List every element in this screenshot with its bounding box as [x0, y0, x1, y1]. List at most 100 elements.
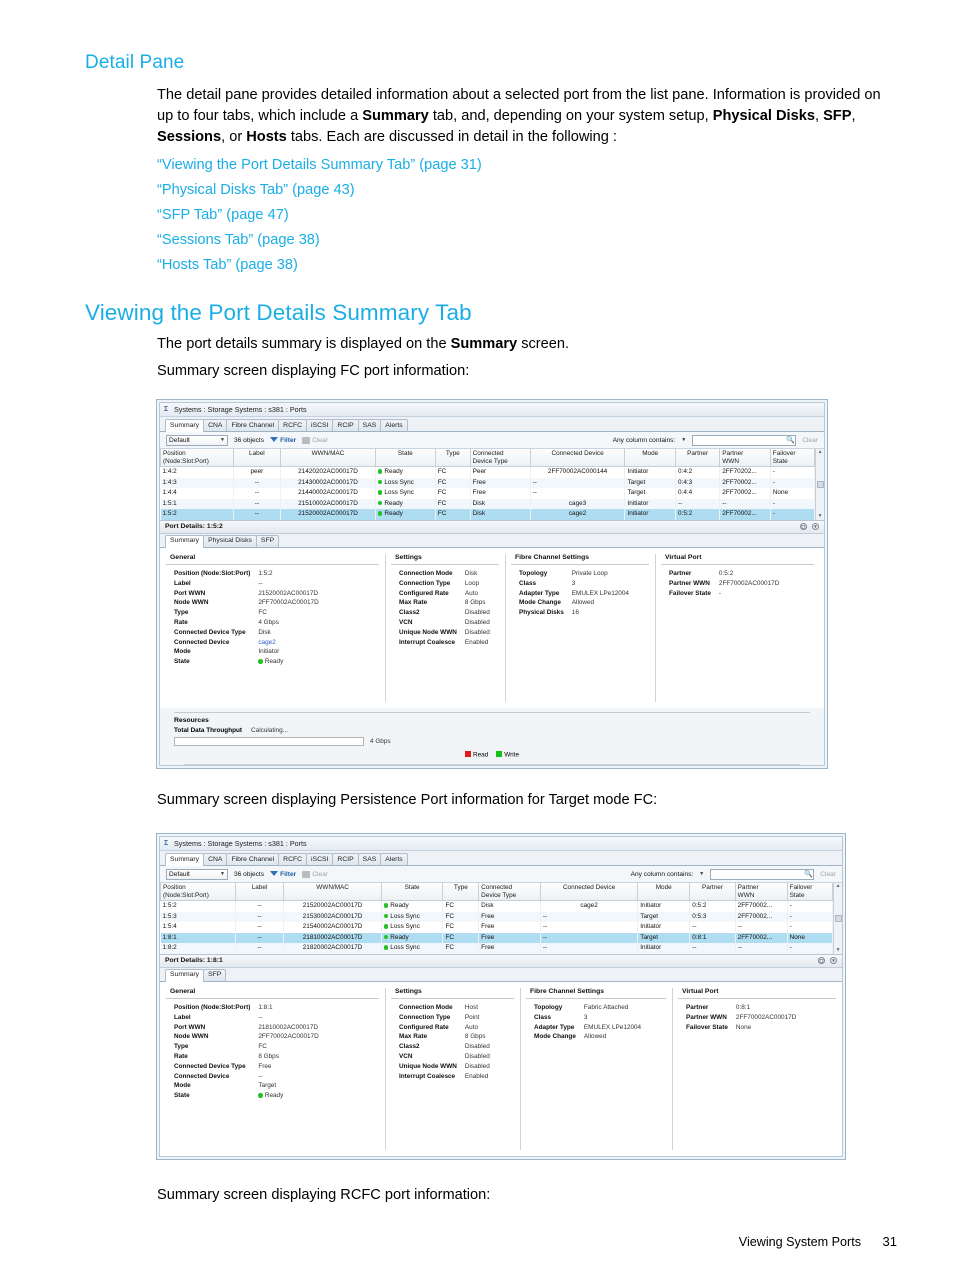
scroll-up-icon[interactable]: ▲	[836, 884, 841, 889]
details-tabstrip[interactable]: Summary SFP	[160, 967, 842, 982]
grid-vertical-scrollbar[interactable]: ▲ ▼	[815, 449, 824, 520]
cross-reference-link-1[interactable]: “Physical Disks Tab” (page 43)	[157, 178, 882, 203]
tab-fibre-channel[interactable]: Fibre Channel	[226, 419, 280, 431]
table-cell: FC	[442, 943, 480, 954]
tab-cna[interactable]: CNA	[203, 419, 228, 431]
tab-cna[interactable]: CNA	[203, 853, 228, 865]
detail-field-row: Node WWN 2FF70002AC00017D	[166, 1032, 319, 1042]
tab-sfp[interactable]: SFP	[203, 968, 227, 981]
search-scope-chevron-icon[interactable]: ▼	[699, 871, 704, 877]
column-header[interactable]: Partner WWN	[734, 883, 788, 901]
tab-sas[interactable]: SAS	[357, 419, 382, 431]
table-row[interactable]: 1:4:2 peer 21420202AC00017D Ready FC Peer 2FF7…	[160, 466, 816, 478]
tab-rcfc[interactable]: RCFC	[278, 419, 308, 431]
table-row[interactable]: 1:4:4 -- 21440002AC00017D Loss Sync FC Free --…	[160, 488, 816, 499]
detail-field-value: 2FF70002AC00017D	[735, 1013, 797, 1021]
details-tabstrip[interactable]: Summary Physical Disks SFP	[160, 533, 824, 548]
scroll-up-icon[interactable]: ▲	[818, 450, 823, 455]
tab-iscsi[interactable]: iSCSI	[306, 419, 334, 431]
table-cell: Target	[624, 477, 677, 489]
table-row[interactable]: 1:8:1 -- 21810002AC00017D Ready FC Free -- Targ…	[160, 932, 834, 944]
tab-sas[interactable]: SAS	[357, 853, 382, 865]
table-row[interactable]: 1:8:2 -- 21820002AC00017D Loss Sync FC Free --…	[160, 943, 834, 954]
table-cell: 2FF70002...	[735, 900, 788, 912]
column-header[interactable]: WWN/MAC	[283, 883, 382, 901]
tab-alerts[interactable]: Alerts	[380, 419, 408, 431]
main-tabstrip[interactable]: Summary CNA Fibre Channel RCFC iSCSI RCIP SAS A…	[160, 417, 824, 432]
tab-fibre-channel[interactable]: Fibre Channel	[226, 853, 280, 865]
tab-summary[interactable]: Summary	[165, 534, 205, 548]
tab-alerts[interactable]: Alerts	[380, 853, 408, 865]
detail-field-value: --	[258, 1072, 263, 1080]
cross-reference-link-2[interactable]: “SFP Tab” (page 47)	[157, 203, 882, 228]
tab-summary[interactable]: Summary	[165, 419, 205, 432]
column-header[interactable]: WWN/MAC	[280, 449, 376, 467]
table-row[interactable]: 1:5:2 -- 21520002AC00017D Ready FC Disk cage2 I…	[160, 900, 834, 912]
table-row[interactable]: 1:5:4 -- 21540002AC00017D Loss Sync FC Free --…	[160, 922, 834, 933]
search-scope-chevron-icon[interactable]: ▼	[681, 437, 686, 443]
collapse-panel-icon[interactable]: ▾	[830, 957, 837, 965]
search-clear-button[interactable]: Clear	[802, 437, 818, 444]
ports-table: Position (Node:Slot:Port) Label WWN/MAC Stat…	[160, 449, 816, 520]
tab-sfp[interactable]: SFP	[255, 534, 280, 547]
cross-reference-link-3[interactable]: “Sessions Tab” (page 38)	[157, 228, 882, 253]
scroll-down-icon[interactable]: ▼	[818, 513, 823, 519]
tab-iscsi[interactable]: iSCSI	[306, 853, 334, 865]
column-header[interactable]: Connected Device	[529, 449, 626, 467]
column-header[interactable]: Connected Device Type	[478, 883, 541, 901]
grid-vertical-scrollbar[interactable]: ▲ ▼	[833, 883, 842, 954]
table-row[interactable]: 1:5:1 -- 21510002AC00017D Ready FC Disk cage3 I…	[160, 498, 816, 510]
column-header[interactable]: State	[380, 883, 444, 901]
column-header[interactable]: Failover State	[786, 883, 834, 901]
view-select[interactable]: Default ▼	[166, 868, 228, 880]
column-header[interactable]: Connected Device Type	[469, 449, 531, 467]
tab-rcfc[interactable]: RCFC	[278, 853, 308, 865]
column-header[interactable]: State	[374, 449, 436, 467]
clear-filter-button[interactable]: Clear	[302, 436, 328, 444]
column-header[interactable]: Partner	[689, 883, 736, 901]
table-cell: 0:5:2	[689, 900, 736, 912]
column-header[interactable]: Position (Node:Slot:Port)	[160, 449, 234, 467]
column-header[interactable]: Partner	[675, 449, 721, 467]
cross-reference-link-4[interactable]: “Hosts Tab” (page 38)	[157, 253, 882, 278]
column-header[interactable]: Type	[442, 883, 480, 901]
column-header[interactable]: Mode	[637, 883, 691, 901]
scroll-thumb[interactable]	[816, 480, 824, 488]
tab-summary[interactable]: Summary	[165, 968, 205, 982]
search-input[interactable]: 🔍	[710, 868, 815, 880]
column-header[interactable]: Connected Device	[539, 883, 639, 901]
cross-reference-link-0[interactable]: “Viewing the Port Details Summary Tab” (…	[157, 153, 882, 178]
scroll-thumb[interactable]	[834, 914, 842, 922]
scroll-down-icon[interactable]: ▼	[836, 947, 841, 953]
table-row[interactable]: 1:5:3 -- 21530002AC00017D Loss Sync FC Free --…	[160, 911, 834, 923]
table-row[interactable]: 1:5:2 -- 21520002AC00017D Ready FC Disk cage2 I…	[160, 509, 816, 520]
search-clear-button[interactable]: Clear	[820, 871, 836, 878]
tab-rcip[interactable]: RCIP	[332, 853, 359, 865]
detail-field-value: Disk	[464, 569, 478, 577]
table-row[interactable]: 1:4:3 -- 21430002AC00017D Loss Sync FC Free --…	[160, 477, 816, 489]
column-header[interactable]: Mode	[624, 449, 677, 467]
table-cell: Disk	[478, 900, 541, 912]
tab-summary[interactable]: Summary	[165, 853, 205, 866]
ports-grid[interactable]: Position (Node:Slot:Port) Label WWN/MAC Stat…	[160, 883, 842, 955]
column-header[interactable]: Position (Node:Slot:Port)	[160, 883, 236, 901]
filter-button[interactable]: Filter	[270, 870, 296, 878]
column-header[interactable]: Failover State	[769, 449, 816, 467]
view-select[interactable]: Default ▼	[166, 434, 228, 446]
column-header[interactable]: Partner WWN	[719, 449, 771, 467]
column-header[interactable]: Type	[434, 449, 471, 467]
column-header[interactable]: Label	[232, 449, 282, 467]
system-icon: Σ	[164, 839, 169, 847]
search-input[interactable]: 🔍	[692, 434, 797, 446]
detach-panel-icon[interactable]: ◻	[818, 957, 825, 965]
tab-physical-disks[interactable]: Physical Disks	[203, 534, 257, 547]
main-tabstrip[interactable]: Summary CNA Fibre Channel RCFC iSCSI RCIP SAS A…	[160, 851, 842, 866]
collapse-panel-icon[interactable]: ▾	[812, 523, 819, 531]
ports-grid[interactable]: Position (Node:Slot:Port) Label WWN/MAC Stat…	[160, 449, 824, 521]
clear-filter-button[interactable]: Clear	[302, 870, 328, 878]
detach-panel-icon[interactable]: ◻	[800, 523, 807, 531]
column-header[interactable]: Label	[234, 883, 285, 901]
detail-field-value[interactable]: cage2	[258, 638, 318, 648]
filter-button[interactable]: Filter	[270, 436, 296, 444]
tab-rcip[interactable]: RCIP	[332, 419, 359, 431]
